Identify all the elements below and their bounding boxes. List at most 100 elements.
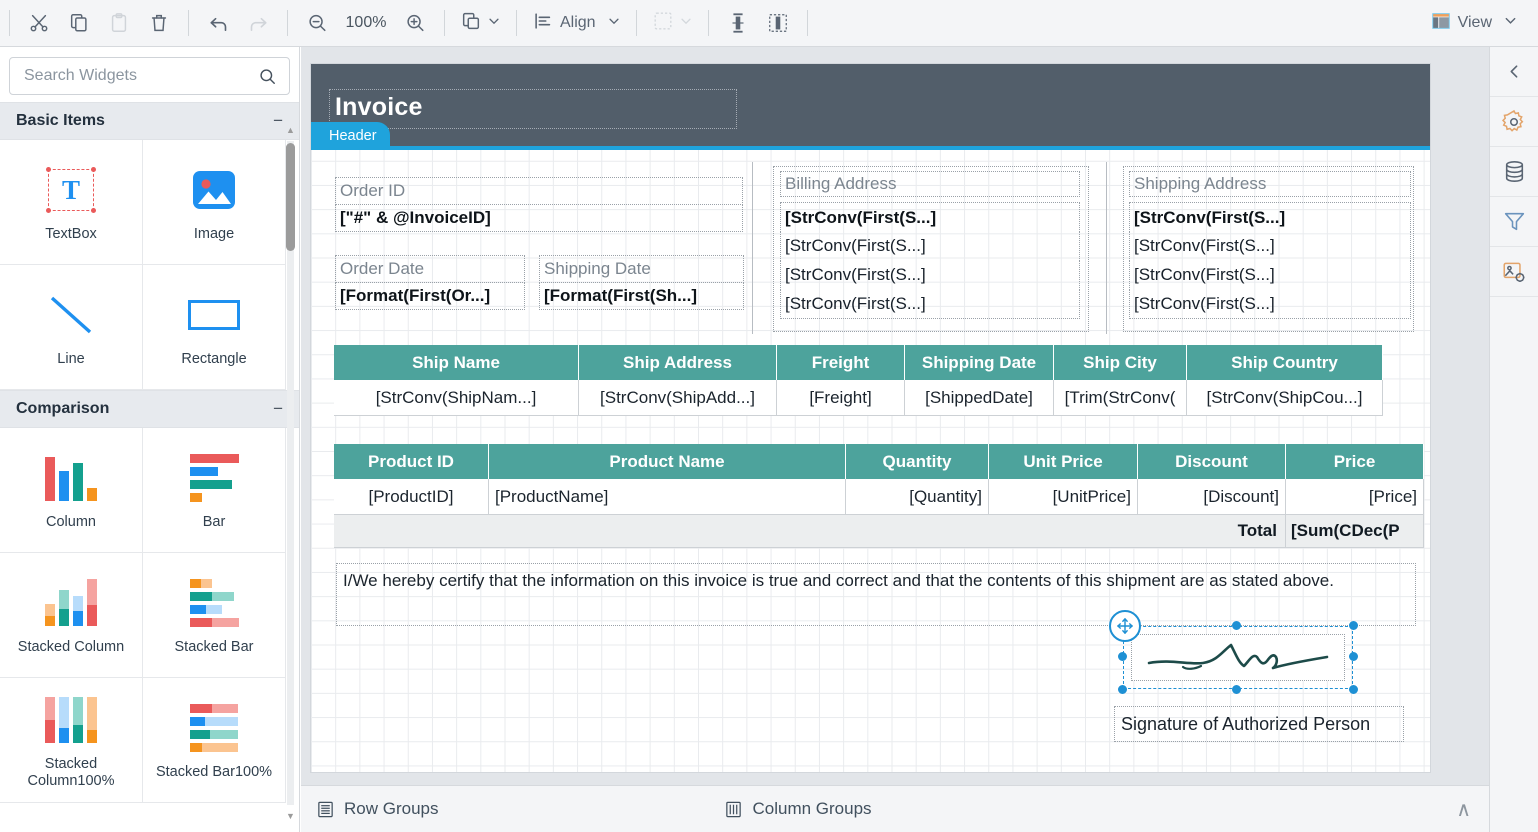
ship-table-cell[interactable]: [Trim(StrConv( [1054, 380, 1187, 416]
product-table-header-cell[interactable]: Unit Price [989, 444, 1138, 479]
product-total-value[interactable]: [Sum(CDec(P [1286, 515, 1424, 548]
billing-address-line-4[interactable]: [StrConv(First(S...] [780, 289, 1080, 319]
search-widgets-box[interactable] [9, 57, 290, 95]
widget-item-stacked-bar-100[interactable]: Stacked Bar100% [143, 678, 286, 803]
widgets-panel-scrollbar[interactable]: ▲ ▼ [285, 123, 296, 823]
paste-button[interactable] [99, 4, 139, 42]
collapse-icon[interactable]: − [273, 111, 283, 131]
search-icon[interactable] [254, 67, 289, 86]
widget-item-image[interactable]: Image [143, 140, 286, 265]
billing-address-line-2[interactable]: [StrConv(First(S...] [780, 231, 1080, 261]
order-date-label[interactable]: Order Date [335, 255, 525, 283]
resize-handle-e[interactable] [1349, 652, 1358, 661]
product-table-header-cell[interactable]: Product Name [489, 444, 846, 479]
signature-caption[interactable]: Signature of Authorized Person [1114, 706, 1404, 742]
resize-handle-w[interactable] [1118, 652, 1127, 661]
ship-table-cell[interactable]: [StrConv(ShipNam...] [334, 380, 579, 416]
report-header-band[interactable]: Invoice Header [311, 64, 1430, 150]
report-design-surface[interactable]: Invoice Header Order ID ["#" & @InvoiceI… [301, 47, 1489, 785]
scroll-up-arrow[interactable]: ▲ [285, 123, 296, 137]
product-table-cell[interactable]: [ProductID] [334, 479, 489, 515]
certification-textbox[interactable]: I/We hereby certify that the information… [336, 563, 1416, 626]
header-band-tab[interactable]: Header [311, 122, 390, 150]
align-dropdown[interactable]: Align [526, 4, 627, 42]
product-table-cell[interactable]: [Price] [1286, 479, 1424, 515]
order-id-label[interactable]: Order ID [335, 177, 743, 205]
product-details-table[interactable]: Product ID Product Name Quantity Unit Pr… [334, 444, 1424, 548]
billing-address-label[interactable]: Billing Address [780, 171, 1080, 197]
product-table-cell[interactable]: [UnitPrice] [989, 479, 1138, 515]
shipping-address-line-2[interactable]: [StrConv(First(S...] [1129, 231, 1411, 261]
redo-button[interactable] [238, 4, 278, 42]
report-page[interactable]: Invoice Header Order ID ["#" & @InvoiceI… [311, 64, 1430, 772]
resize-handle-s[interactable] [1232, 685, 1241, 694]
signature-image[interactable] [1131, 634, 1345, 681]
product-table-header-cell[interactable]: Price [1286, 444, 1424, 479]
arrange-dropdown[interactable] [454, 4, 507, 42]
billing-address-line-1[interactable]: [StrConv(First(S...] [780, 202, 1080, 232]
product-table-cell[interactable]: [Discount] [1138, 479, 1286, 515]
collapse-panel-button[interactable] [1490, 47, 1538, 97]
product-table-header-cell[interactable]: Product ID [334, 444, 489, 479]
expand-groups-chevron[interactable]: ∧ [1456, 797, 1471, 822]
resize-handle-sw[interactable] [1118, 685, 1127, 694]
billing-address-line-3[interactable]: [StrConv(First(S...] [780, 260, 1080, 290]
widget-item-rectangle[interactable]: Rectangle [143, 265, 286, 390]
filters-button[interactable] [1490, 197, 1538, 247]
shipping-address-line-3[interactable]: [StrConv(First(S...] [1129, 260, 1411, 290]
cut-button[interactable] [19, 4, 59, 42]
product-table-header-cell[interactable]: Quantity [846, 444, 989, 479]
ship-table-header-cell[interactable]: Ship Country [1187, 345, 1383, 380]
ship-table-header-cell[interactable]: Freight [777, 345, 905, 380]
header-title[interactable]: Invoice [335, 93, 423, 122]
category-header-basic-items[interactable]: Basic Items − [0, 102, 299, 140]
ship-table-cell[interactable]: [Freight] [777, 380, 905, 416]
order-date-value[interactable]: [Format(First(Or...] [335, 282, 525, 310]
collapse-icon[interactable]: − [273, 399, 283, 419]
shipping-address-line-1[interactable]: [StrConv(First(S...] [1129, 202, 1411, 232]
ship-table-header-cell[interactable]: Ship Name [334, 345, 579, 380]
make-same-height-button[interactable] [758, 4, 798, 42]
resize-handle-ne[interactable] [1349, 621, 1358, 630]
shipping-address-line-4[interactable]: [StrConv(First(S...] [1129, 289, 1411, 319]
shipping-date-label[interactable]: Shipping Date [539, 255, 744, 283]
column-groups-button[interactable]: Column Groups [724, 799, 872, 819]
properties-button[interactable] [1490, 97, 1538, 147]
product-table-cell[interactable]: [Quantity] [846, 479, 989, 515]
signature-image-widget[interactable] [1109, 610, 1358, 694]
ship-table-cell[interactable]: [StrConv(ShipCou...] [1187, 380, 1383, 416]
shipping-address-label[interactable]: Shipping Address [1129, 171, 1411, 197]
search-input[interactable] [10, 67, 254, 85]
image-settings-button[interactable] [1490, 247, 1538, 297]
category-header-comparison[interactable]: Comparison − [0, 390, 299, 428]
row-groups-button[interactable]: Row Groups [316, 799, 438, 819]
ship-details-table[interactable]: Ship Name Ship Address Freight Shipping … [334, 345, 1424, 416]
ship-table-header-cell[interactable]: Ship Address [579, 345, 777, 380]
widget-item-stacked-bar[interactable]: Stacked Bar [143, 553, 286, 678]
shipping-date-value[interactable]: [Format(First(Sh...] [539, 282, 744, 310]
order-id-value[interactable]: ["#" & @InvoiceID] [335, 204, 743, 232]
resize-handle-se[interactable] [1349, 685, 1358, 694]
widget-item-stacked-column[interactable]: Stacked Column [0, 553, 143, 678]
zoom-in-button[interactable] [395, 4, 435, 42]
delete-button[interactable] [139, 4, 179, 42]
undo-button[interactable] [198, 4, 238, 42]
move-handle-icon[interactable] [1109, 610, 1141, 642]
zoom-level-value[interactable]: 100% [337, 14, 395, 32]
group-dropdown[interactable] [646, 4, 699, 42]
widget-item-stacked-column-100[interactable]: Stacked Column100% [0, 678, 143, 803]
resize-handle-n[interactable] [1232, 621, 1241, 630]
ship-table-cell[interactable]: [ShippedDate] [905, 380, 1054, 416]
copy-button[interactable] [59, 4, 99, 42]
zoom-out-button[interactable] [297, 4, 337, 42]
ship-table-header-cell[interactable]: Shipping Date [905, 345, 1054, 380]
scroll-down-arrow[interactable]: ▼ [285, 809, 296, 823]
widget-item-bar[interactable]: Bar [143, 428, 286, 553]
make-same-width-button[interactable] [718, 4, 758, 42]
widget-item-column[interactable]: Column [0, 428, 143, 553]
data-sources-button[interactable] [1490, 147, 1538, 197]
product-table-header-cell[interactable]: Discount [1138, 444, 1286, 479]
view-dropdown[interactable]: View [1424, 4, 1524, 42]
ship-table-cell[interactable]: [StrConv(ShipAdd...] [579, 380, 777, 416]
scrollbar-thumb[interactable] [286, 143, 295, 251]
